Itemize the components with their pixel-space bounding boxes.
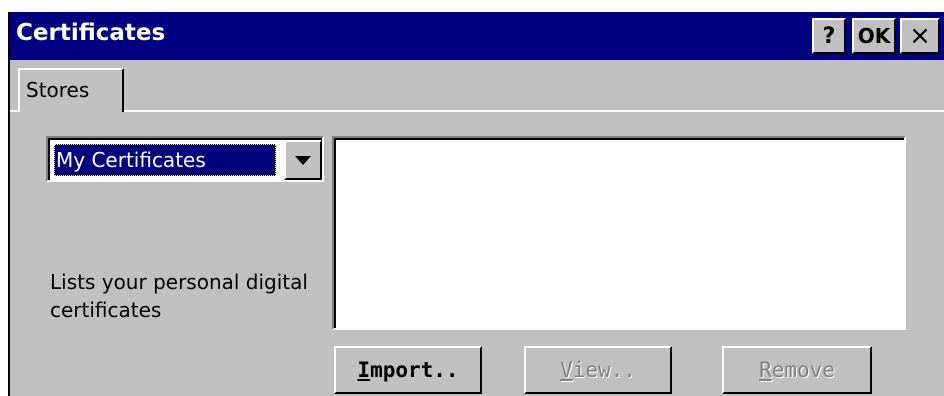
certificate-list-frame (334, 138, 904, 328)
import-button-label: Import.. (357, 358, 459, 382)
title-bar[interactable]: Certificates ? OK × (10, 12, 944, 60)
ok-button[interactable]: OK (852, 18, 896, 54)
store-select-frame: My Certificates (48, 138, 322, 180)
view-button[interactable]: View.. (524, 346, 672, 394)
import-button[interactable]: Import.. (334, 346, 482, 394)
store-select[interactable]: My Certificates (46, 136, 324, 182)
certificate-list[interactable] (332, 136, 906, 330)
chevron-down-icon (295, 155, 311, 165)
store-select-dropdown-button[interactable] (284, 140, 322, 180)
tab-stores[interactable]: Stores (18, 68, 124, 112)
certificates-window: Certificates ? OK × Stores My Certificat… (8, 12, 944, 396)
tab-strip-divider (10, 110, 944, 112)
window-title: Certificates (16, 20, 166, 46)
view-button-label: View.. (560, 358, 636, 382)
remove-button[interactable]: Remove (722, 346, 872, 394)
tab-stores-label: Stores (26, 78, 90, 102)
help-button[interactable]: ? (812, 18, 846, 54)
store-select-value[interactable]: My Certificates (54, 144, 276, 176)
store-description: Lists your personal digital certificates (50, 270, 308, 322)
remove-button-label: Remove (759, 358, 835, 382)
close-button[interactable]: × (900, 18, 940, 54)
